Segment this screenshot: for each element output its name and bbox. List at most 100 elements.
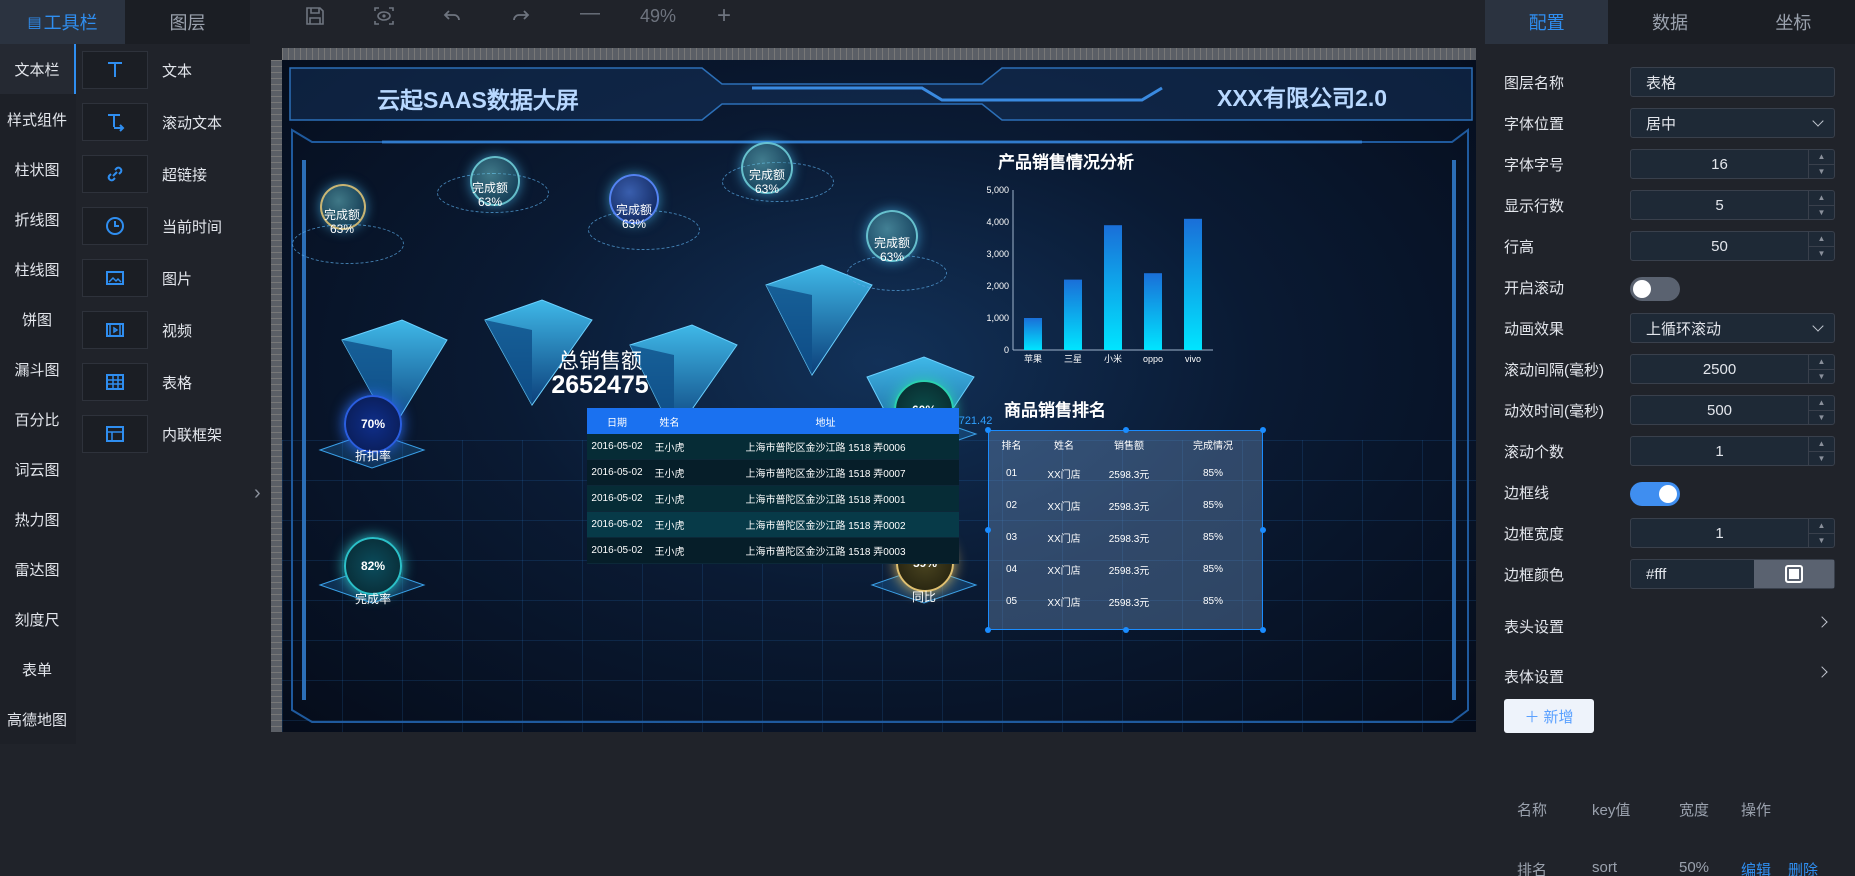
add-column-button[interactable]: ＋新增 — [1504, 699, 1594, 733]
category-funnel[interactable]: 漏斗图 — [0, 344, 76, 394]
component-link[interactable]: 超链接 — [82, 154, 254, 194]
tab-toolbar-label: 工具栏 — [43, 13, 98, 33]
stepper-up-icon[interactable]: ▲ — [1809, 396, 1834, 411]
stepper-up-icon[interactable]: ▲ — [1809, 519, 1834, 534]
x-tick-label: 三星 — [1064, 354, 1082, 364]
anim-time-stepper[interactable]: 500 ▲ ▼ — [1630, 395, 1835, 425]
color-picker-button[interactable] — [1754, 560, 1834, 588]
stepper-buttons[interactable]: ▲ ▼ — [1808, 519, 1834, 547]
category-percent[interactable]: 百分比 — [0, 394, 76, 444]
resize-handle[interactable] — [985, 627, 991, 633]
resize-handle[interactable] — [1260, 427, 1266, 433]
rows-shown-stepper[interactable]: 5 ▲ ▼ — [1630, 190, 1835, 220]
component-text[interactable]: 文本 — [82, 50, 254, 90]
scroll-interval-stepper[interactable]: 2500 ▲ ▼ — [1630, 354, 1835, 384]
edit-link[interactable]: 编辑 — [1741, 859, 1771, 876]
tab-toolbar[interactable]: ▤ 工具栏 — [0, 0, 125, 44]
component-table[interactable]: 表格 — [82, 362, 254, 402]
rows-shown-label: 显示行数 — [1504, 198, 1565, 215]
category-amap[interactable]: 高德地图 — [0, 694, 76, 744]
rank-table[interactable]: 排名 姓名 销售额 完成情况 01 XX门店 2598.3元 85% 02 XX门店 2598.… — [985, 427, 1266, 633]
redo-icon[interactable] — [510, 5, 532, 33]
header-settings[interactable]: 表头设置 — [1504, 616, 1834, 637]
stepper-down-icon[interactable]: ▼ — [1809, 165, 1834, 179]
x-tick-label: vivo — [1185, 354, 1201, 364]
component-iframe[interactable]: 内联框架 — [82, 414, 254, 454]
scroll-count-stepper[interactable]: 1 ▲ ▼ — [1630, 436, 1835, 466]
address-table[interactable]: 日期 姓名 地址 2016-05-02 王小虎 上海市普陀区金沙江路 1518 弄0… — [587, 408, 959, 564]
category-heatmap[interactable]: 热力图 — [0, 494, 76, 544]
resize-handle[interactable] — [985, 527, 991, 533]
resize-handle[interactable] — [1260, 527, 1266, 533]
zoom-out-icon[interactable]: — — [580, 2, 600, 25]
row-height-value: 50 — [1711, 237, 1728, 255]
cell: 85% — [1202, 564, 1223, 575]
layer-name-label: 图层名称 — [1504, 75, 1565, 92]
stepper-down-icon[interactable]: ▼ — [1809, 206, 1834, 220]
category-text[interactable]: 文本栏 — [0, 44, 76, 94]
stepper-up-icon[interactable]: ▲ — [1809, 191, 1834, 206]
zoom-in-icon[interactable]: + — [717, 2, 731, 30]
stepper-buttons[interactable]: ▲ ▼ — [1808, 355, 1834, 383]
stepper-buttons[interactable]: ▲ ▼ — [1808, 191, 1834, 219]
stepper-up-icon[interactable]: ▲ — [1809, 232, 1834, 247]
delete-link[interactable]: 删除 — [1788, 859, 1818, 876]
category-radar[interactable]: 雷达图 — [0, 544, 76, 594]
zoom-level: 49% — [640, 6, 677, 26]
resize-handle[interactable] — [1123, 427, 1129, 433]
category-line[interactable]: 折线图 — [0, 194, 76, 244]
category-scale[interactable]: 刻度尺 — [0, 594, 76, 644]
dashboard-canvas[interactable]: 云起SAAS数据大屏 XXX有限公司2.0 完成额 63% 完成额 63% 完成额 6… — [282, 60, 1476, 732]
category-form[interactable]: 表单 — [0, 644, 76, 694]
stepper-down-icon[interactable]: ▼ — [1809, 247, 1834, 261]
border-toggle[interactable] — [1630, 482, 1680, 506]
tab-config[interactable]: 配置 — [1485, 0, 1609, 44]
stepper-down-icon[interactable]: ▼ — [1809, 452, 1834, 466]
layer-name-input[interactable]: 表格 — [1630, 67, 1835, 97]
row-height-stepper[interactable]: 50 ▲ ▼ — [1630, 231, 1835, 261]
stepper-down-icon[interactable]: ▼ — [1809, 370, 1834, 384]
y-tick-label: 1,000 — [986, 313, 1009, 323]
resize-handle[interactable] — [1260, 627, 1266, 633]
stepper-buttons[interactable]: ▲ ▼ — [1808, 232, 1834, 260]
border-width-stepper[interactable]: 1 ▲ ▼ — [1630, 518, 1835, 548]
category-wordcloud[interactable]: 词云图 — [0, 444, 76, 494]
tab-coords[interactable]: 坐标 — [1732, 0, 1855, 44]
stepper-up-icon[interactable]: ▲ — [1809, 355, 1834, 370]
tab-layers[interactable]: 图层 — [125, 0, 250, 44]
animation-select[interactable]: 上循环滚动 — [1630, 313, 1835, 343]
font-position-select[interactable]: 居中 — [1630, 108, 1835, 138]
tab-data[interactable]: 数据 — [1608, 0, 1731, 44]
stepper-buttons[interactable]: ▲ ▼ — [1808, 150, 1834, 178]
stepper-up-icon[interactable]: ▲ — [1809, 150, 1834, 165]
sales-bar-chart[interactable]: 0 1,000 2,000 3,000 4,000 5,000 苹果 三星 小米 oppo vivo — [977, 180, 1227, 370]
gauge-discount-label: 折扣率 — [354, 449, 391, 463]
resize-handle[interactable] — [1123, 627, 1129, 633]
body-settings[interactable]: 表体设置 — [1504, 666, 1834, 687]
collapse-chevron-icon[interactable]: › — [254, 482, 268, 504]
component-time[interactable]: 当前时间 — [82, 206, 254, 246]
stepper-up-icon[interactable]: ▲ — [1809, 437, 1834, 452]
category-pie[interactable]: 饼图 — [0, 294, 76, 344]
stepper-buttons[interactable]: ▲ ▼ — [1808, 437, 1834, 465]
animation-value: 上循环滚动 — [1646, 320, 1722, 338]
font-size-stepper[interactable]: 16 ▲ ▼ — [1630, 149, 1835, 179]
border-color-input[interactable]: #fff — [1630, 559, 1835, 589]
component-video[interactable]: 视频 — [82, 310, 254, 350]
resize-handle[interactable] — [985, 427, 991, 433]
component-scroll-text[interactable]: 滚动文本 — [82, 102, 254, 142]
component-image[interactable]: 图片 — [82, 258, 254, 298]
stepper-down-icon[interactable]: ▼ — [1809, 411, 1834, 425]
preview-icon[interactable] — [372, 5, 396, 33]
undo-icon[interactable] — [441, 5, 463, 33]
category-style[interactable]: 样式组件 — [0, 94, 76, 144]
scroll-toggle[interactable] — [1630, 277, 1680, 301]
save-icon[interactable] — [304, 5, 326, 33]
stepper-down-icon[interactable]: ▼ — [1809, 534, 1834, 548]
category-bar-line[interactable]: 柱线图 — [0, 244, 76, 294]
cell: 上海市普陀区金沙江路 1518 弄0002 — [745, 521, 906, 532]
cell: XX门店 — [1047, 534, 1081, 545]
stepper-buttons[interactable]: ▲ ▼ — [1808, 396, 1834, 424]
category-bar[interactable]: 柱状图 — [0, 144, 76, 194]
bar-三星 — [1064, 279, 1082, 350]
